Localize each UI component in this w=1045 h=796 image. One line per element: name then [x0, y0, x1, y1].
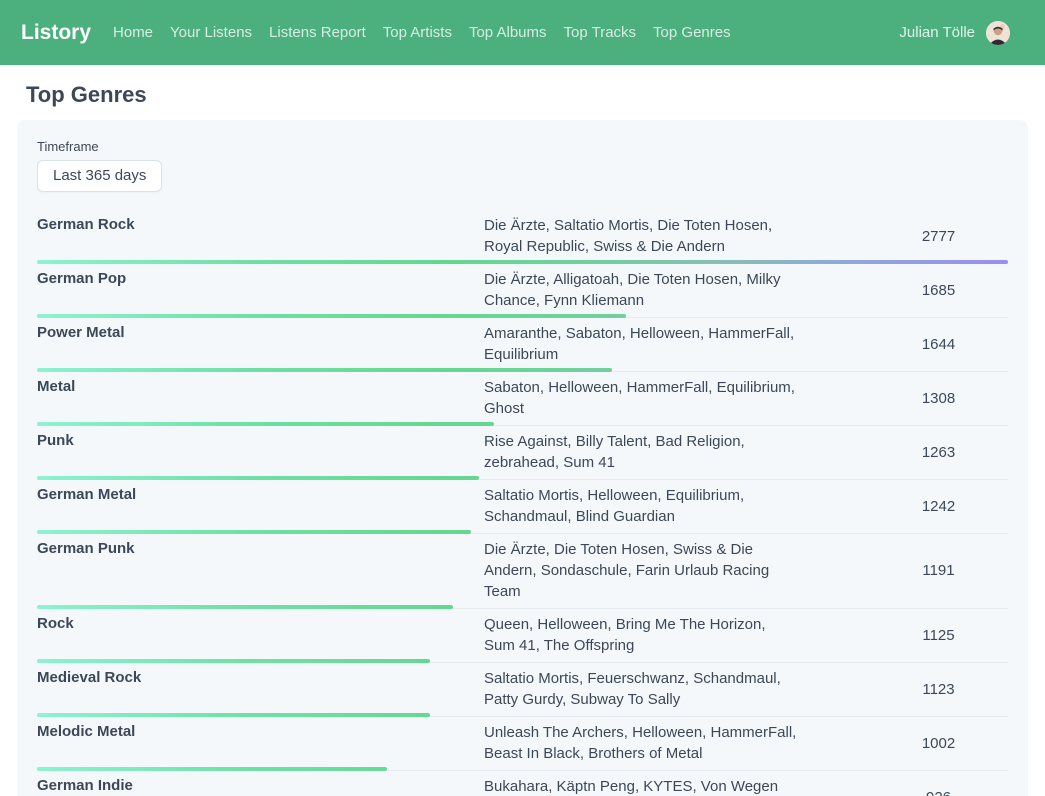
nav-link-home[interactable]: Home — [113, 24, 153, 41]
genre-bar-track — [37, 605, 1008, 609]
genre-name: Metal — [37, 377, 484, 419]
genre-row-content: PunkRise Against, Billy Talent, Bad Reli… — [37, 426, 1008, 476]
genre-count: 1685 — [869, 282, 1008, 299]
genre-bar — [37, 314, 626, 318]
genre-row-content: German MetalSaltatio Mortis, Helloween, … — [37, 480, 1008, 530]
genre-row-content: German PunkDie Ärzte, Die Toten Hosen, S… — [37, 534, 1008, 605]
genre-count: 1308 — [869, 390, 1008, 407]
genre-bar-track — [37, 422, 1008, 426]
nav-link-top-albums[interactable]: Top Albums — [469, 24, 547, 41]
genre-bar-track — [37, 767, 1008, 771]
genre-artists: Die Ärzte, Alligatoah, Die Toten Hosen, … — [484, 269, 869, 311]
genre-name: German Rock — [37, 215, 484, 257]
genre-bar — [37, 260, 1008, 264]
genre-name: German Metal — [37, 485, 484, 527]
genre-name: Medieval Rock — [37, 668, 484, 710]
genre-bar — [37, 476, 479, 480]
genre-artists: Queen, Helloween, Bring Me The Horizon, … — [484, 614, 869, 656]
genre-artists: Rise Against, Billy Talent, Bad Religion… — [484, 431, 869, 473]
genre-name: German Pop — [37, 269, 484, 311]
genre-bar-track — [37, 659, 1008, 663]
genre-bar-track — [37, 260, 1008, 264]
genre-bar — [37, 659, 430, 663]
genre-row: German MetalSaltatio Mortis, Helloween, … — [37, 480, 1008, 534]
nav-link-your-listens[interactable]: Your Listens — [170, 24, 252, 41]
genre-artists: Die Ärzte, Saltatio Mortis, Die Toten Ho… — [484, 215, 869, 257]
genre-bar-track — [37, 476, 1008, 480]
genre-name: Punk — [37, 431, 484, 473]
genre-row-content: Melodic MetalUnleash The Archers, Hellow… — [37, 717, 1008, 767]
genre-artists: Bukahara, Käptn Peng, KYTES, Von Wegen L… — [484, 776, 869, 796]
genre-bar-track — [37, 314, 1008, 318]
navbar: Listory Home Your Listens Listens Report To… — [0, 0, 1045, 65]
page-title: Top Genres — [26, 82, 1045, 108]
genre-bar-track — [37, 530, 1008, 534]
genre-row-content: German PopDie Ärzte, Alligatoah, Die Tot… — [37, 264, 1008, 314]
genre-bar — [37, 368, 612, 372]
genre-table: German RockDie Ärzte, Saltatio Mortis, D… — [37, 210, 1008, 796]
genre-name: Power Metal — [37, 323, 484, 365]
genre-row: German IndieBukahara, Käptn Peng, KYTES,… — [37, 771, 1008, 796]
genre-bar-track — [37, 368, 1008, 372]
user-name: Julian Tölle — [899, 24, 975, 41]
genre-bar — [37, 422, 494, 426]
genre-row-content: Power MetalAmaranthe, Sabaton, Helloween… — [37, 318, 1008, 368]
genre-row: German PopDie Ärzte, Alligatoah, Die Tot… — [37, 264, 1008, 318]
nav-link-top-tracks[interactable]: Top Tracks — [564, 24, 637, 41]
genre-count: 1125 — [869, 627, 1008, 644]
genre-row: MetalSabaton, Helloween, HammerFall, Equ… — [37, 372, 1008, 426]
nav-link-listens-report[interactable]: Listens Report — [269, 24, 366, 41]
main-content: Top Genres Timeframe Last 365 days Germa… — [0, 82, 1045, 796]
genre-row-content: German RockDie Ärzte, Saltatio Mortis, D… — [37, 210, 1008, 260]
genre-row: German RockDie Ärzte, Saltatio Mortis, D… — [37, 210, 1008, 264]
genre-bar — [37, 605, 453, 609]
genre-artists: Saltatio Mortis, Helloween, Equilibrium,… — [484, 485, 869, 527]
main-nav: Home Your Listens Listens Report Top Artist… — [113, 24, 731, 41]
genre-count: 1644 — [869, 336, 1008, 353]
genre-count: 1242 — [869, 498, 1008, 515]
genre-bar — [37, 767, 387, 771]
user-avatar-icon[interactable] — [986, 21, 1010, 45]
timeframe-label: Timeframe — [37, 139, 1008, 154]
genre-name: German Indie — [37, 776, 484, 796]
genre-row-content: MetalSabaton, Helloween, HammerFall, Equ… — [37, 372, 1008, 422]
user-area: Julian Tölle — [899, 21, 1010, 45]
app-logo[interactable]: Listory — [21, 21, 91, 45]
genre-row: German PunkDie Ärzte, Die Toten Hosen, S… — [37, 534, 1008, 609]
genre-row-content: German IndieBukahara, Käptn Peng, KYTES,… — [37, 771, 1008, 796]
genre-artists: Amaranthe, Sabaton, Helloween, HammerFal… — [484, 323, 869, 365]
genre-row-content: RockQueen, Helloween, Bring Me The Horiz… — [37, 609, 1008, 659]
genre-name: German Punk — [37, 539, 484, 602]
genre-bar — [37, 713, 430, 717]
genre-row: RockQueen, Helloween, Bring Me The Horiz… — [37, 609, 1008, 663]
genre-count: 926 — [869, 789, 1008, 796]
nav-link-top-genres[interactable]: Top Genres — [653, 24, 731, 41]
genre-count: 1263 — [869, 444, 1008, 461]
genre-row: Medieval RockSaltatio Mortis, Feuerschwa… — [37, 663, 1008, 717]
top-genres-card: Timeframe Last 365 days German RockDie Ä… — [17, 120, 1028, 796]
genre-row-content: Medieval RockSaltatio Mortis, Feuerschwa… — [37, 663, 1008, 713]
genre-artists: Unleash The Archers, Helloween, HammerFa… — [484, 722, 869, 764]
genre-artists: Saltatio Mortis, Feuerschwanz, Schandmau… — [484, 668, 869, 710]
genre-name: Rock — [37, 614, 484, 656]
genre-name: Melodic Metal — [37, 722, 484, 764]
genre-row: Melodic MetalUnleash The Archers, Hellow… — [37, 717, 1008, 771]
genre-row: Power MetalAmaranthe, Sabaton, Helloween… — [37, 318, 1008, 372]
nav-link-top-artists[interactable]: Top Artists — [383, 24, 452, 41]
genre-count: 1123 — [869, 681, 1008, 698]
timeframe-select[interactable]: Last 365 days — [37, 160, 162, 192]
genre-bar-track — [37, 713, 1008, 717]
genre-row: PunkRise Against, Billy Talent, Bad Reli… — [37, 426, 1008, 480]
genre-count: 1002 — [869, 735, 1008, 752]
genre-artists: Sabaton, Helloween, HammerFall, Equilibr… — [484, 377, 869, 419]
genre-bar — [37, 530, 471, 534]
genre-count: 2777 — [869, 228, 1008, 245]
genre-artists: Die Ärzte, Die Toten Hosen, Swiss & Die … — [484, 539, 869, 602]
genre-count: 1191 — [869, 562, 1008, 579]
